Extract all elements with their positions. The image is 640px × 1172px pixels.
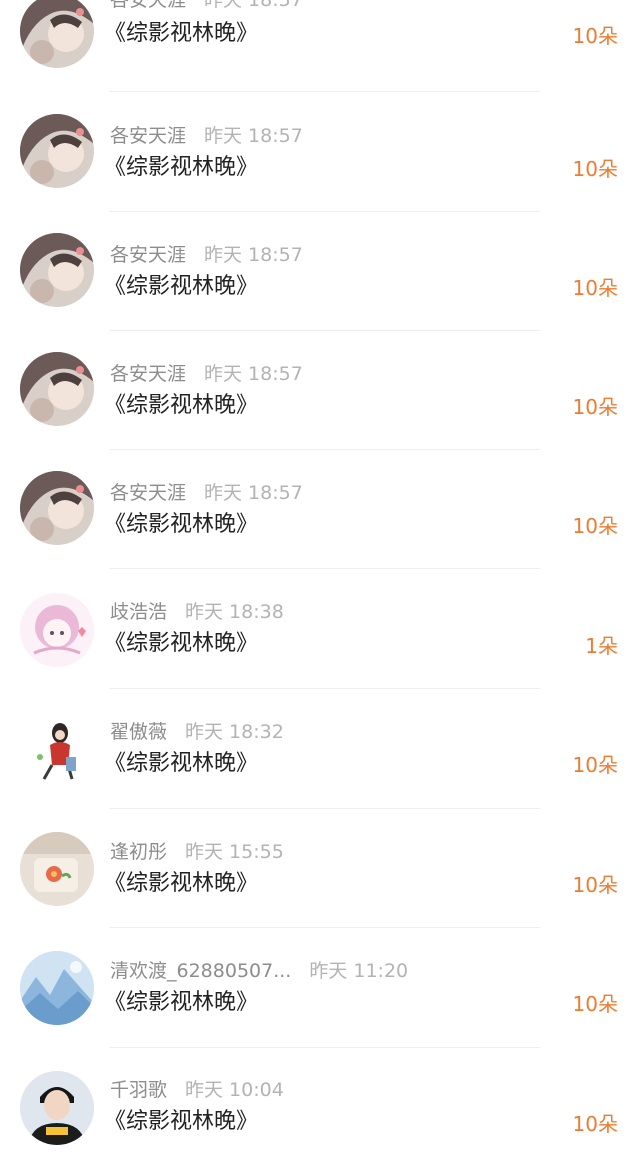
gift-amount: 10朵 (572, 157, 618, 181)
send-time: 昨天 18:57 (204, 363, 303, 385)
book-title[interactable]: 《综影视林晚》 (104, 273, 258, 301)
gift-amount: 10朵 (572, 1112, 618, 1136)
sender-meta: 千羽歌 昨天 10:04 (110, 1078, 284, 1102)
book-title[interactable]: 《综影视林晚》 (104, 392, 258, 420)
sender-meta: 清欢渡_62880507... 昨天 11:20 (110, 959, 408, 983)
sender-meta: 各安天涯 昨天 18:57 (110, 362, 303, 386)
illustrated-girl-icon[interactable] (20, 713, 94, 787)
sender-name[interactable]: 各安天涯 (110, 0, 186, 11)
sender-name[interactable]: 各安天涯 (110, 244, 186, 266)
send-time: 昨天 18:57 (204, 244, 303, 266)
list-item[interactable]: 各安天涯 昨天 18:57 《综影视林晚》 10朵 (0, 330, 640, 450)
list-item[interactable]: 各安天涯 昨天 18:57 《综影视林晚》 10朵 (0, 92, 640, 212)
sender-name[interactable]: 歧浩浩 (110, 601, 167, 623)
list-item[interactable]: 千羽歌 昨天 10:04 《综影视林晚》 10朵 (0, 1047, 640, 1167)
book-title[interactable]: 《综影视林晚》 (104, 20, 258, 48)
sender-meta: 逢初彤 昨天 15:55 (110, 840, 284, 864)
sender-name[interactable]: 翟傲薇 (110, 721, 167, 743)
list-item[interactable]: 各安天涯 昨天 18:57 《综影视林晚》 10朵 (0, 449, 640, 569)
gift-amount: 10朵 (572, 992, 618, 1016)
sender-meta: 各安天涯 昨天 18:57 (110, 124, 303, 148)
anime-boy-icon[interactable] (20, 0, 94, 68)
gift-amount: 1朵 (585, 634, 618, 658)
sender-name[interactable]: 各安天涯 (110, 363, 186, 385)
sender-name[interactable]: 清欢渡_62880507... (110, 960, 291, 982)
book-title[interactable]: 《综影视林晚》 (104, 154, 258, 182)
sender-name[interactable]: 千羽歌 (110, 1079, 167, 1101)
list-item[interactable]: 各安天涯 昨天 18:57 《综影视林晚》 10朵 (0, 0, 640, 92)
anime-boy-icon[interactable] (20, 233, 94, 307)
gift-amount: 10朵 (572, 873, 618, 897)
gift-amount: 10朵 (572, 395, 618, 419)
flower-cake-icon[interactable] (20, 832, 94, 906)
book-title[interactable]: 《综影视林晚》 (104, 989, 258, 1017)
list-item[interactable]: 歧浩浩 昨天 18:38 《综影视林晚》 1朵 (0, 568, 640, 689)
sender-meta: 各安天涯 昨天 18:57 (110, 0, 303, 12)
send-time: 昨天 18:32 (185, 721, 284, 743)
sender-name[interactable]: 各安天涯 (110, 482, 186, 504)
sender-meta: 翟傲薇 昨天 18:32 (110, 720, 284, 744)
pink-anime-girl-icon[interactable] (20, 593, 94, 667)
sender-name[interactable]: 各安天涯 (110, 125, 186, 147)
sender-meta: 各安天涯 昨天 18:57 (110, 243, 303, 267)
sender-meta: 歧浩浩 昨天 18:38 (110, 600, 284, 624)
send-time: 昨天 18:57 (204, 482, 303, 504)
anime-boy-icon[interactable] (20, 114, 94, 188)
sender-meta: 各安天涯 昨天 18:57 (110, 481, 303, 505)
book-title[interactable]: 《综影视林晚》 (104, 630, 258, 658)
blue-landscape-icon[interactable] (20, 951, 94, 1025)
send-time: 昨天 18:57 (204, 125, 303, 147)
book-title[interactable]: 《综影视林晚》 (104, 870, 258, 898)
book-title[interactable]: 《综影视林晚》 (104, 1108, 258, 1136)
list-item[interactable]: 翟傲薇 昨天 18:32 《综影视林晚》 10朵 (0, 688, 640, 809)
send-time: 昨天 18:57 (204, 0, 303, 11)
book-title[interactable]: 《综影视林晚》 (104, 511, 258, 539)
list-item[interactable]: 清欢渡_62880507... 昨天 11:20 《综影视林晚》 10朵 (0, 927, 640, 1048)
list-item[interactable]: 逢初彤 昨天 15:55 《综影视林晚》 10朵 (0, 808, 640, 928)
send-time: 昨天 11:20 (309, 960, 409, 982)
gift-amount: 10朵 (572, 514, 618, 538)
send-time: 昨天 10:04 (185, 1079, 284, 1101)
anime-boy-icon[interactable] (20, 352, 94, 426)
send-time: 昨天 15:55 (185, 841, 284, 863)
gift-amount: 10朵 (572, 753, 618, 777)
sender-name[interactable]: 逢初彤 (110, 841, 167, 863)
list-item[interactable]: 各安天涯 昨天 18:57 《综影视林晚》 10朵 (0, 211, 640, 331)
gift-record-list: 各安天涯 昨天 18:57 《综影视林晚》 10朵 各安天涯 昨天 18:57 《综… (0, 0, 640, 1172)
anime-boy-icon[interactable] (20, 471, 94, 545)
send-time: 昨天 18:38 (185, 601, 284, 623)
gift-amount: 10朵 (572, 276, 618, 300)
gift-amount: 10朵 (572, 24, 618, 48)
book-title[interactable]: 《综影视林晚》 (104, 750, 258, 778)
young-man-photo-icon[interactable] (20, 1071, 94, 1145)
